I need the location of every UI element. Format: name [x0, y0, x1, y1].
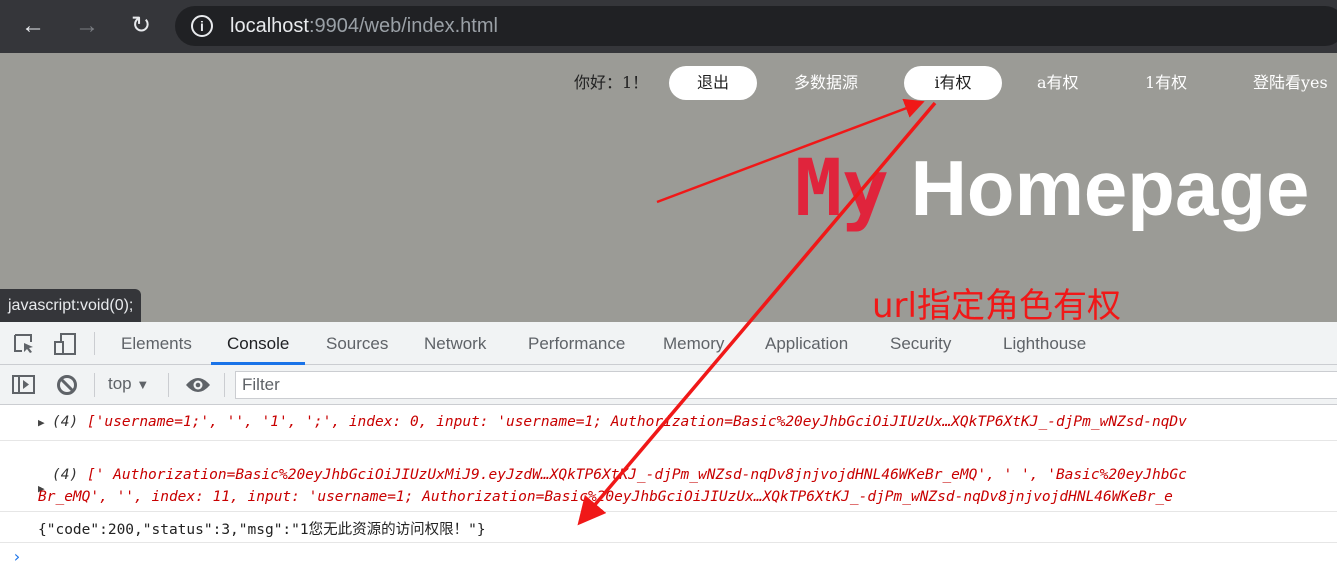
log-row[interactable]: ▶ (4) ['username=1;', '', '1', ';', inde…: [0, 405, 1337, 441]
annotation-text: url指定角色有权: [872, 286, 1121, 326]
devtools-tabbar: Elements Console Sources Network Perform…: [0, 322, 1337, 365]
inspect-icon[interactable]: [13, 333, 37, 355]
log-count: (4): [52, 414, 79, 430]
filter-input[interactable]: Filter: [235, 371, 1337, 399]
context-value: top: [108, 374, 132, 393]
log-text-line2: Br_eMQ', '', index: 11, input: 'username…: [38, 489, 1173, 505]
title-my: My: [795, 144, 889, 234]
dropdown-arrow-icon: ▼: [136, 377, 150, 392]
title-homepage: Homepage: [910, 144, 1310, 232]
menu-1-permission[interactable]: 1有权: [1145, 66, 1187, 100]
logout-button[interactable]: 退出: [669, 66, 757, 100]
tab-sources[interactable]: Sources: [326, 322, 388, 365]
info-icon[interactable]: i: [191, 15, 213, 37]
sidebar-toggle-icon[interactable]: [12, 375, 36, 395]
tab-security[interactable]: Security: [890, 322, 951, 365]
log-count: (4): [52, 467, 79, 483]
status-bubble: javascript:void(0);: [0, 289, 142, 322]
log-text: ['username=1;', '', '1', ';', index: 0, …: [86, 414, 1187, 430]
tab-application[interactable]: Application: [765, 322, 848, 365]
console-prompt[interactable]: ›: [12, 547, 22, 566]
url-path: :9904/web/index.html: [308, 15, 498, 37]
log-row[interactable]: ▶ (4) [' Authorization=Basic%20eyJhbGciO…: [0, 441, 1337, 512]
forward-button[interactable]: →: [70, 10, 104, 44]
menu-a-permission[interactable]: a有权: [1037, 66, 1079, 100]
greeting: 你好：1！: [574, 73, 649, 92]
tab-performance[interactable]: Performance: [528, 322, 625, 365]
tab-memory[interactable]: Memory: [663, 322, 724, 365]
log-row: {"code":200,"status":3,"msg":"1您无此资源的访问权…: [0, 512, 1337, 543]
device-toggle-icon[interactable]: [53, 333, 77, 357]
log-text-line1: [' Authorization=Basic%20eyJhbGciOiJIUzU…: [86, 467, 1187, 483]
menu-login-view[interactable]: 登陆看yes: [1253, 66, 1328, 100]
tab-network[interactable]: Network: [424, 322, 486, 365]
console-toolbar: top ▼ Filter: [0, 365, 1337, 405]
menu-multi-datasource[interactable]: 多数据源: [794, 66, 858, 100]
menu-i-permission[interactable]: i有权: [904, 66, 1002, 100]
reload-button[interactable]: ↻: [124, 10, 158, 44]
expand-icon[interactable]: ▶: [38, 416, 45, 429]
clear-console-icon[interactable]: [56, 374, 78, 396]
url-host: localhost: [230, 15, 309, 37]
eye-icon[interactable]: [185, 375, 211, 395]
tab-elements[interactable]: Elements: [121, 322, 192, 365]
page-title: My Homepage: [795, 143, 1309, 234]
web-page: 你好：1！ 退出 多数据源 i有权 a有权 1有权 登陆看yes My Home…: [0, 53, 1337, 322]
address-bar[interactable]: i localhost:9904/web/index.html: [175, 6, 1337, 46]
log-json-response: {"code":200,"status":3,"msg":"1您无此资源的访问权…: [38, 522, 486, 538]
tab-console[interactable]: Console: [211, 322, 306, 365]
tab-lighthouse[interactable]: Lighthouse: [1003, 322, 1086, 365]
context-select[interactable]: top ▼: [108, 374, 149, 394]
browser-toolbar: ← → ↻ i localhost:9904/web/index.html: [0, 0, 1337, 53]
console-output: ▶ (4) ['username=1;', '', '1', ';', inde…: [0, 405, 1337, 577]
back-button[interactable]: ←: [16, 10, 50, 44]
